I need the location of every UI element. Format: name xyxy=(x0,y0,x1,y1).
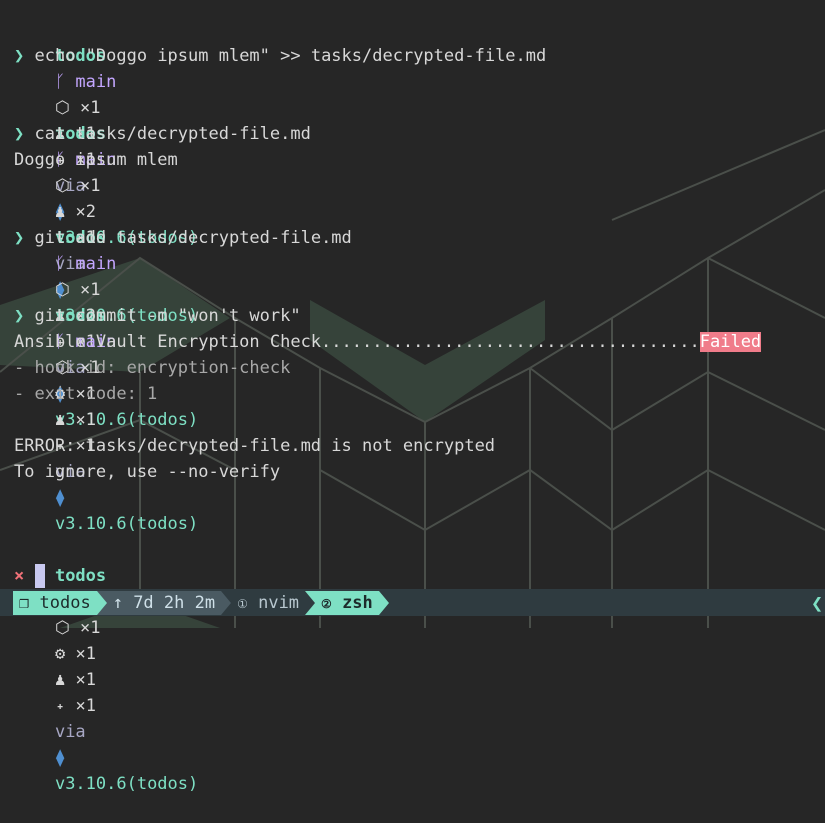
uptime-segment: ↑ 7d 2h 2m xyxy=(106,590,222,615)
session-segment[interactable]: ❐ todos xyxy=(13,590,97,615)
separator-arrow-icon xyxy=(221,590,232,615)
modified-count: ×1 xyxy=(75,644,96,664)
window-tab-nvim[interactable]: ① nvim xyxy=(231,591,305,615)
staged-cube-icon: ⬡ xyxy=(54,98,70,118)
python-icon: ⧫ xyxy=(54,748,66,768)
error-prompt-symbol: × xyxy=(14,566,25,586)
prompt-line: todos ᚴ main ⬡ ×1 ♟ ×1 ˖ ×1 via ⧫ v3.10.… xyxy=(14,17,761,248)
terminal[interactable]: todos ᚴ main ⬡ ×1 ♟ ×1 ˖ ×1 via ⧫ v3.10.… xyxy=(14,17,762,794)
separator-arrow-icon xyxy=(378,590,389,615)
prompt-directory: todos xyxy=(54,566,107,586)
staged-count: ×1 xyxy=(80,176,101,196)
prompt-symbol: ❯ xyxy=(14,306,25,326)
command-text: git add tasks/decrypted-file.md xyxy=(34,228,352,248)
command-output: - exit code: 1 xyxy=(14,384,158,404)
command-line: ❯ echo "Doggo ipsum mlem" >> tasks/decry… xyxy=(14,43,761,69)
stashed-count: ×1 xyxy=(75,670,96,690)
text-cursor[interactable] xyxy=(34,564,45,588)
prompt-line: todos ᚴ main ⬡ ×1 ♟ ×2 ˖ ×1 via ⧫ v3.10.… xyxy=(14,95,761,326)
window-index: ② xyxy=(321,596,332,611)
command-line: ❯ cat tasks/decrypted-file.md xyxy=(14,121,761,147)
window-name: zsh xyxy=(342,592,373,613)
command-output: To ignore, use --no-verify xyxy=(14,462,281,482)
error-message: ERROR: tasks/decrypted-file.md is not en… xyxy=(14,436,496,456)
git-branch-icon: ᚴ xyxy=(54,72,66,92)
via-label: via xyxy=(54,722,86,742)
prompt-symbol: ❯ xyxy=(14,46,25,66)
command-line: ❯ git add tasks/decrypted-file.md xyxy=(14,225,761,251)
session-name: todos xyxy=(39,592,91,613)
command-text: cat tasks/decrypted-file.md xyxy=(34,124,311,144)
command-output: - hook id: encryption-check xyxy=(14,358,291,378)
command-text: git commit -m "won't work" xyxy=(34,306,301,326)
staged-cube-icon: ⬡ xyxy=(54,176,70,196)
staged-count: ×1 xyxy=(80,618,101,638)
command-text: echo "Doggo ipsum mlem" >> tasks/decrypt… xyxy=(34,46,547,66)
window-tab-zsh[interactable]: ② zsh xyxy=(315,590,379,615)
untracked-icon: ˖ xyxy=(54,696,66,716)
uptime-icon: ↑ xyxy=(112,592,123,613)
right-separator-icon: ❮ xyxy=(810,590,823,615)
separator-arrow-icon xyxy=(305,590,316,615)
staged-count: ×1 xyxy=(80,280,101,300)
input-line[interactable]: × xyxy=(14,563,761,589)
command-line: ❯ git commit -m "won't work" xyxy=(14,303,761,329)
python-icon: ⧫ xyxy=(54,488,66,508)
staged-count: ×1 xyxy=(80,98,101,118)
python-version: v3.10.6(todos) xyxy=(54,774,199,794)
python-version: v3.10.6(todos) xyxy=(54,514,199,534)
stash-spy-icon: ♟ xyxy=(54,202,66,222)
separator-arrow-icon xyxy=(96,590,107,615)
prompt-branch: main xyxy=(75,72,117,92)
tmux-status-bar: ❐ todos ↑ 7d 2h 2m ① nvim ② zsh ❮ xyxy=(0,589,825,616)
prompt-branch: main xyxy=(75,254,117,274)
prompt-symbol: ❯ xyxy=(14,228,25,248)
staged-cube-icon: ⬡ xyxy=(54,618,70,638)
session-icon: ❐ xyxy=(19,592,30,613)
staged-cube-icon: ⬡ xyxy=(54,280,70,300)
stashed-count: ×1 xyxy=(75,410,96,430)
prompt-line: todos ᚴ main ⬡ ×1 ⚙ ×1 ♟ ×1 ˖ ×1 via ⧫ v… xyxy=(14,277,761,534)
stashed-count: ×2 xyxy=(75,202,96,222)
git-branch-icon: ᚴ xyxy=(54,254,66,274)
prompt-line: todos ᚴ main ⬡ ×1 ♟ ×2 ˖ ×1 via ⧫ v3.10.… xyxy=(14,199,761,430)
modified-gear-icon: ⚙ xyxy=(54,644,66,664)
uptime-value: 7d 2h 2m xyxy=(133,592,216,613)
prompt-line: todos ᚴ main ⬡ ×1 ⚙ ×1 ♟ ×1 ˖ ×1 via ⧫ v… xyxy=(14,537,761,794)
untracked-count: ×1 xyxy=(75,696,96,716)
hook-failed-badge: Failed xyxy=(699,332,762,352)
hook-result-line: Ansible Vault Encryption Check..........… xyxy=(14,329,762,355)
command-output: Doggo ipsum mlem xyxy=(14,150,178,170)
stash-spy-icon: ♟ xyxy=(54,670,66,690)
window-index: ① xyxy=(237,596,248,611)
window-name: nvim xyxy=(258,592,300,613)
hook-name: Ansible Vault Encryption Check..........… xyxy=(14,332,700,352)
stash-spy-icon: ♟ xyxy=(54,410,66,430)
prompt-symbol: ❯ xyxy=(14,124,25,144)
